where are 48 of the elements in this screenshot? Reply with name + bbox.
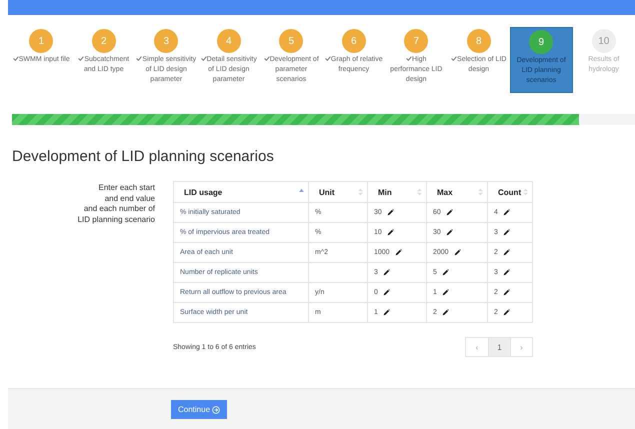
instruction-text: Enter each start bbox=[98, 183, 155, 194]
step-number: 4 bbox=[216, 29, 241, 53]
pencil-icon[interactable] bbox=[454, 248, 461, 256]
pencil-icon[interactable] bbox=[442, 288, 449, 296]
check-icon bbox=[200, 56, 207, 61]
pencil-icon[interactable] bbox=[502, 228, 510, 236]
check-icon bbox=[136, 56, 142, 61]
check-icon bbox=[451, 56, 458, 61]
page-heading: Development of LID planning scenarios bbox=[12, 148, 275, 165]
step-number: 6 bbox=[342, 29, 366, 53]
instruction-text: and end value bbox=[104, 194, 155, 204]
pencil-icon[interactable] bbox=[442, 268, 449, 276]
pencil-icon[interactable] bbox=[446, 228, 453, 236]
check-icon bbox=[324, 56, 331, 61]
step-number: 3 bbox=[154, 29, 178, 53]
pencil-icon[interactable] bbox=[442, 308, 449, 316]
instruction-text: and each number of bbox=[84, 204, 155, 214]
step-number: 7 bbox=[404, 29, 428, 53]
pencil-icon[interactable] bbox=[502, 308, 510, 316]
page-button[interactable]: 1 bbox=[488, 338, 510, 356]
pencil-icon[interactable] bbox=[386, 228, 394, 236]
column-header[interactable]: Max bbox=[426, 182, 488, 202]
pencil-icon[interactable] bbox=[382, 288, 390, 296]
pencil-icon[interactable] bbox=[386, 208, 394, 216]
check-icon bbox=[406, 56, 412, 61]
pencil-icon[interactable] bbox=[382, 268, 390, 276]
pencil-icon[interactable] bbox=[446, 208, 453, 216]
check-icon bbox=[264, 56, 270, 61]
step-number: 1 bbox=[29, 29, 54, 53]
arrow-circle-icon bbox=[212, 406, 220, 414]
pencil-icon[interactable] bbox=[502, 208, 510, 216]
pencil-icon[interactable] bbox=[502, 268, 510, 276]
pencil-icon[interactable] bbox=[502, 288, 510, 296]
check-icon bbox=[78, 56, 84, 61]
step-number: 2 bbox=[92, 29, 116, 53]
step-number: 8 bbox=[466, 29, 491, 53]
pencil-icon[interactable] bbox=[502, 248, 510, 256]
check-icon bbox=[12, 56, 19, 61]
column-header[interactable]: LID usage bbox=[174, 182, 308, 202]
pencil-icon[interactable] bbox=[382, 308, 390, 316]
step-number: 10 bbox=[592, 29, 616, 53]
step-number: 9 bbox=[529, 30, 554, 54]
pencil-icon[interactable] bbox=[394, 248, 402, 256]
step-number: 5 bbox=[279, 29, 304, 53]
column-header[interactable]: Min bbox=[368, 182, 426, 202]
column-header[interactable]: Unit bbox=[308, 182, 368, 202]
column-header[interactable]: Count bbox=[488, 182, 532, 202]
instruction-text: LID planning scenario bbox=[78, 214, 155, 225]
